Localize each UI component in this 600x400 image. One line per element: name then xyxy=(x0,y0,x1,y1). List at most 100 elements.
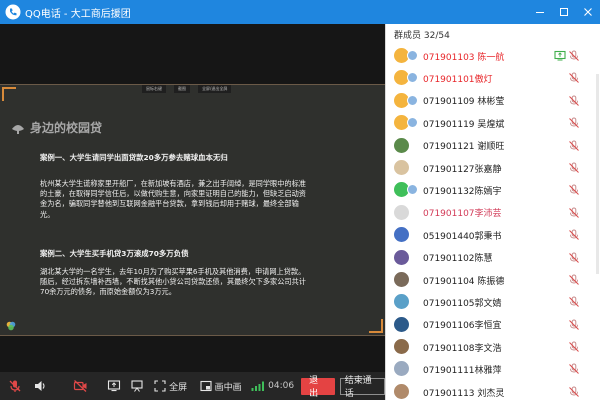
avatar xyxy=(394,383,409,399)
member-name: 071901108李文浩 xyxy=(423,343,502,354)
member-row[interactable]: 071901111林雅萍 xyxy=(386,358,600,380)
mic-muted-icon xyxy=(569,207,579,218)
member-row[interactable]: 071901108李文浩 xyxy=(386,336,600,358)
fullscreen-icon xyxy=(154,380,166,392)
mic-muted-icon xyxy=(569,184,579,196)
member-row[interactable]: 071901107李沛芸 xyxy=(386,202,600,224)
slide-toolbar-item: 鼠标右键 xyxy=(142,85,166,93)
member-name: 071901121 谢顺旺 xyxy=(423,142,505,153)
avatar xyxy=(394,271,409,287)
member-name: 071901104 陈振德 xyxy=(423,276,505,287)
member-name: 071901107李沛芸 xyxy=(423,209,502,220)
avatar xyxy=(394,137,409,153)
picture-in-picture-button[interactable]: 画中画 xyxy=(196,372,245,400)
mic-muted-icon xyxy=(569,117,579,129)
avatar xyxy=(394,361,409,377)
minimize-button[interactable] xyxy=(528,0,552,24)
call-status: 04:06 xyxy=(247,372,298,400)
mic-muted-icon xyxy=(569,229,579,240)
avatar xyxy=(394,339,409,355)
avatar xyxy=(394,249,409,265)
member-name: 071901106李恒宜 xyxy=(423,321,502,332)
speaker-button[interactable] xyxy=(29,372,51,400)
slide-brand: 身边的校园贷 xyxy=(10,119,102,136)
screen-sharing-icon xyxy=(554,50,566,61)
mic-muted-icon xyxy=(9,380,21,392)
avatar xyxy=(394,316,409,332)
pip-label: 画中画 xyxy=(214,382,242,393)
member-panel: 群成员 32/54 071901103 陈一航 071901101傲灯 071901… xyxy=(385,24,600,400)
window-title: QQ电话 - 大工商后援团 xyxy=(25,8,131,20)
presentation-button[interactable] xyxy=(126,372,150,400)
member-row[interactable]: 071901102陈慧 xyxy=(386,247,600,269)
avatar xyxy=(394,227,409,243)
maximize-button[interactable] xyxy=(552,0,576,24)
presentation-icon xyxy=(131,380,143,392)
share-screen-button[interactable] xyxy=(102,372,126,400)
end-call-button[interactable]: 结束通话 xyxy=(339,376,385,399)
avatar xyxy=(394,204,409,220)
member-name: 051901440郭秉书 xyxy=(423,231,502,242)
member-name: 071901101傲灯 xyxy=(423,75,493,86)
camera-off-button[interactable] xyxy=(59,372,102,400)
slide-toolbar-item: 截图 xyxy=(174,85,190,93)
qq-call-logo-icon xyxy=(5,4,21,20)
mic-muted-icon xyxy=(569,252,579,263)
member-row[interactable]: 071901109 林彬莹 xyxy=(386,90,600,112)
member-row[interactable]: 071901132陈嫣宇 xyxy=(386,179,600,201)
mic-muted-icon xyxy=(569,95,579,106)
mic-muted-icon xyxy=(569,341,579,352)
member-badge-icon xyxy=(407,50,418,61)
mic-muted-icon xyxy=(569,363,579,375)
member-row[interactable]: 071901113 刘杰灵 xyxy=(386,381,600,400)
member-name: 071901103 陈一航 xyxy=(423,52,505,63)
mic-muted-icon xyxy=(569,140,579,151)
case1-body: 杭州某大学生谎称家里开船厂，在新加坡有酒店，兼之出手阔绰，是同学眼中的标准的土豪… xyxy=(40,179,306,219)
member-name: 071901132陈嫣宇 xyxy=(423,187,502,198)
title-bar: QQ电话 - 大工商后援团 xyxy=(0,0,600,24)
member-row[interactable]: 071901119 吴煌斌 xyxy=(386,112,600,134)
fullscreen-button[interactable]: 全屏 xyxy=(149,372,192,400)
member-list-scrollbar[interactable] xyxy=(596,74,599,274)
mic-muted-icon xyxy=(569,319,579,330)
member-name: 071901113 刘杰灵 xyxy=(423,388,505,399)
slide-brand-text: 身边的校园贷 xyxy=(30,121,103,135)
fullscreen-label: 全屏 xyxy=(169,382,188,393)
member-badge-icon xyxy=(407,72,418,84)
member-row[interactable]: 051901440郭秉书 xyxy=(386,224,600,246)
mic-muted-icon xyxy=(569,72,579,84)
mic-muted-icon xyxy=(569,50,579,61)
member-row[interactable]: 071901104 陈振德 xyxy=(386,269,600,291)
brand-logo-icon xyxy=(12,124,24,134)
speaker-icon xyxy=(35,381,45,391)
minimize-icon xyxy=(536,12,544,13)
case1-title: 案例一、大学生请同学出面贷款20多万参去赌球血本无归 xyxy=(40,153,228,162)
presentation-slide: 鼠标右键 截图 全屏/退出全屏 身边的校园贷 案例一、大学生请同学出面贷款20多… xyxy=(0,84,385,336)
member-row[interactable]: 071901127张嘉静 xyxy=(386,157,600,179)
member-name: 071901105郭文婧 xyxy=(423,298,502,309)
member-list: 071901103 陈一航 071901101傲灯 071901109 林彬莹 071… xyxy=(386,45,600,400)
maximize-icon xyxy=(560,8,568,16)
picture-in-picture-icon xyxy=(200,380,212,392)
member-badge-icon xyxy=(407,94,418,106)
shared-screen-view[interactable]: 鼠标右键 截图 全屏/退出全屏 身边的校园贷 案例一、大学生请同学出面贷款20多… xyxy=(0,24,385,372)
member-count-header: 群成员 32/54 xyxy=(394,31,450,41)
avatar xyxy=(394,294,409,310)
signal-strength-icon xyxy=(251,381,265,391)
colorful-logo-icon xyxy=(6,321,16,331)
member-badge-icon xyxy=(407,117,418,129)
member-row[interactable]: 071901101傲灯 xyxy=(386,67,600,89)
call-timer: 04:06 xyxy=(268,381,295,391)
exit-button[interactable]: 退出 xyxy=(301,376,335,399)
mic-muted-icon xyxy=(569,386,579,397)
member-row[interactable]: 071901121 谢顺旺 xyxy=(386,135,600,157)
close-button[interactable] xyxy=(576,0,600,24)
member-name: 071901111林雅萍 xyxy=(423,366,502,377)
mute-mic-button[interactable] xyxy=(0,372,29,400)
mic-muted-icon xyxy=(569,274,579,285)
member-row[interactable]: 071901106李恒宜 xyxy=(386,314,600,336)
slide-corner-mark xyxy=(2,87,16,101)
member-row[interactable]: 071901103 陈一航 xyxy=(386,45,600,67)
case2-body: 湖北某大学的一名学生，去年10月为了购买苹果6手机及其他消费，申请网上贷款。随后… xyxy=(40,267,306,297)
member-row[interactable]: 071901105郭文婧 xyxy=(386,291,600,313)
